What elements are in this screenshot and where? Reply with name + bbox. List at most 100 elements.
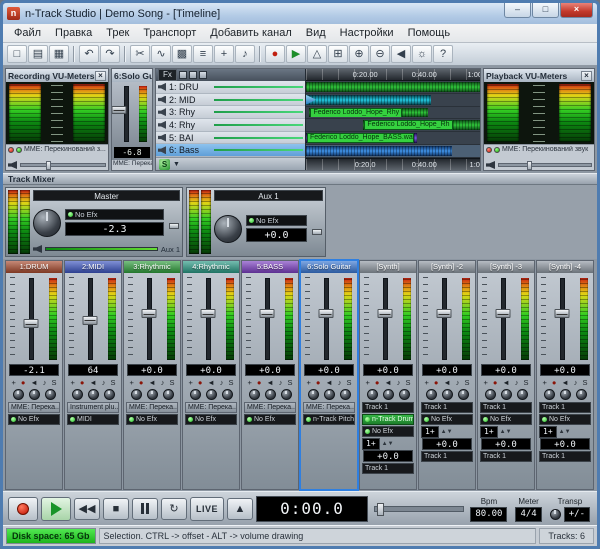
midi-output-selector[interactable]: 1+ (421, 426, 439, 438)
master-name-button[interactable]: Master (33, 190, 180, 201)
aux-send-knob[interactable] (501, 389, 512, 400)
speaker-icon[interactable] (8, 161, 17, 169)
close-icon[interactable]: × (95, 71, 106, 81)
menu-item-view[interactable]: Вид (299, 26, 333, 40)
track-volume-line[interactable] (214, 137, 303, 139)
master-efx-button[interactable]: No Efx (65, 209, 164, 220)
help-icon[interactable]: ? (433, 45, 453, 63)
solo-volume-fader[interactable] (124, 86, 129, 142)
spinner-icon[interactable]: ▲▼ (382, 441, 394, 447)
timeline-ruler-bottom[interactable]: 0:20.0 0:40.00 1:0 (306, 158, 480, 170)
track-speaker-icon[interactable] (158, 134, 166, 142)
track-speaker-icon[interactable] (158, 121, 166, 129)
timeline-track-row[interactable] (306, 81, 480, 94)
eq-knob[interactable] (104, 389, 115, 400)
aux-send-knob[interactable] (29, 389, 40, 400)
speaker-icon[interactable] (486, 161, 495, 169)
aux-send-knob[interactable] (442, 389, 453, 400)
menu-item-help[interactable]: Помощь (401, 26, 458, 40)
pan-knob[interactable] (131, 389, 142, 400)
record-arm-icon[interactable]: ● (257, 378, 262, 387)
add-send-icon[interactable]: + (11, 378, 15, 387)
metronome-button[interactable]: ▲ (227, 498, 253, 520)
strip-button[interactable]: MME: Перека... (244, 402, 296, 413)
zoom-out-icon[interactable]: ⊖ (370, 45, 390, 63)
loop-button[interactable]: ↻ (161, 498, 187, 520)
timeline-track-row[interactable]: Federico Loddo_Hope_Rhy (306, 107, 480, 120)
add-send-icon[interactable]: + (424, 378, 428, 387)
track-speaker-icon[interactable] (158, 108, 166, 116)
timeline-track-row[interactable]: Federico Loddo_Hope_Rh (306, 119, 480, 132)
solo-icon[interactable]: S (169, 378, 174, 387)
mute-icon[interactable]: ◄ (384, 378, 391, 387)
eq-knob[interactable] (399, 389, 410, 400)
save-icon[interactable]: ▦ (49, 45, 69, 63)
pan-knob[interactable] (485, 389, 496, 400)
volume-fader[interactable] (265, 278, 270, 360)
fader-handle[interactable] (112, 106, 127, 114)
midi-output-selector[interactable]: 1+ (539, 426, 557, 438)
add-send-icon[interactable]: + (483, 378, 487, 387)
channel-strip[interactable]: [Synth] -3 +0.0 + ● ◄ ♪ S Track (477, 260, 535, 490)
synth-track-button[interactable]: Track 1 (362, 463, 414, 474)
add-send-icon[interactable]: + (365, 378, 369, 387)
channel-strip[interactable]: 3:Rhythmic +0.0 + ● ◄ ♪ S MME: П (123, 260, 181, 490)
add-send-icon[interactable]: + (247, 378, 251, 387)
track-volume-line[interactable] (214, 124, 303, 126)
note-icon[interactable]: ♪ (397, 378, 401, 387)
add-send-icon[interactable]: + (306, 378, 310, 387)
strip-button[interactable]: Track 1 (539, 402, 591, 413)
fader-handle[interactable] (496, 309, 511, 318)
track-volume-line[interactable] (214, 99, 303, 101)
aux-send-knob[interactable] (560, 389, 571, 400)
aux-name-button[interactable]: Aux 1 (214, 190, 323, 201)
record-arm-icon[interactable]: ● (552, 378, 557, 387)
channel-name[interactable]: [Synth] -3 (478, 261, 534, 273)
settings-icon[interactable]: ☼ (412, 45, 432, 63)
pan-knob[interactable] (72, 389, 83, 400)
volume-fader[interactable] (147, 278, 152, 360)
aux-volume-knob[interactable] (214, 215, 242, 243)
track-row-selected[interactable]: 6: Bass (156, 144, 305, 157)
eq-knob[interactable] (222, 389, 233, 400)
position-slider[interactable] (374, 506, 464, 512)
record-arm-icon[interactable]: ● (434, 378, 439, 387)
mute-icon[interactable]: ◄ (266, 378, 273, 387)
pan-knob[interactable] (367, 389, 378, 400)
menu-item-transport[interactable]: Транспорт (136, 26, 203, 40)
mute-icon[interactable]: ◄ (207, 378, 214, 387)
solo-icon[interactable]: S (110, 378, 115, 387)
note-icon[interactable]: ♪ (574, 378, 578, 387)
mute-icon[interactable]: ◄ (30, 378, 37, 387)
channel-name[interactable]: [Synth] -2 (419, 261, 475, 273)
solo-icon[interactable]: S (582, 378, 587, 387)
playback-vu-title-bar[interactable]: Playback VU-Meters × (484, 69, 594, 82)
solo-icon[interactable]: S (51, 378, 56, 387)
eq-knob[interactable] (45, 389, 56, 400)
zoom-in-icon[interactable]: ⊕ (349, 45, 369, 63)
audio-clip-rhythmic-2[interactable]: Federico Loddo_Hope_Rh (363, 120, 480, 130)
solo-icon[interactable]: S (405, 378, 410, 387)
track-tool-icon[interactable] (199, 71, 207, 79)
strip-button[interactable]: MIDI (67, 414, 119, 425)
solo-popup-title-bar[interactable]: 6:Solo Gu × (112, 69, 152, 82)
ntrack-logo-icon[interactable]: S (159, 159, 170, 170)
midi-output-selector[interactable]: 1+ (362, 438, 380, 450)
eq-knob[interactable] (517, 389, 528, 400)
new-song-icon[interactable]: □ (7, 45, 27, 63)
transpose-knob[interactable] (550, 509, 561, 520)
audio-clip-rhythmic-1[interactable]: Federico Loddo_Hope_Rhy (309, 108, 427, 118)
track-tool-icon[interactable] (189, 71, 197, 79)
slider-thumb[interactable] (377, 503, 384, 516)
volume-fader[interactable] (206, 278, 211, 360)
recording-vu-title-bar[interactable]: Recording VU-Meters × (6, 69, 108, 82)
channel-strip[interactable]: [Synth] +0.0 + ● ◄ ♪ S Track 1n- (359, 260, 417, 490)
grid-icon[interactable]: ⊞ (328, 45, 348, 63)
menu-item-file[interactable]: Файл (7, 26, 48, 40)
stop-button[interactable]: ■ (103, 498, 129, 520)
solo-icon[interactable]: S (346, 378, 351, 387)
midi-clip[interactable] (306, 95, 431, 105)
note-icon[interactable]: ♪ (43, 378, 47, 387)
midi-output-selector[interactable]: 1+ (480, 426, 498, 438)
rewind-button[interactable]: ◀◀ (74, 498, 100, 520)
